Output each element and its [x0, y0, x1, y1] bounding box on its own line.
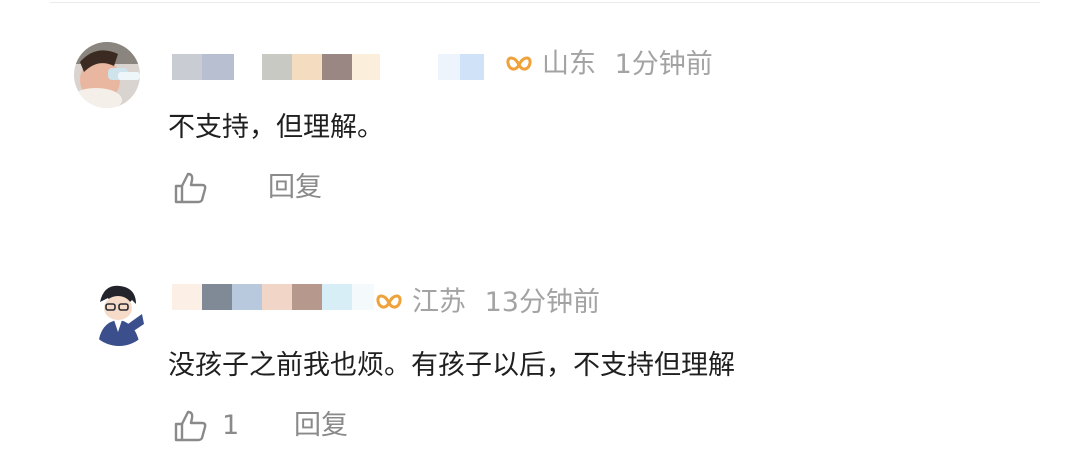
- butterfly-badge-icon: [376, 294, 402, 309]
- comment-actions: 1 回复: [172, 404, 472, 448]
- comment-meta: 江苏 13分钟前: [376, 282, 600, 322]
- comment-location: 山东: [542, 48, 596, 80]
- top-divider: [50, 2, 1040, 3]
- username-redacted[interactable]: [172, 276, 382, 316]
- reply-button[interactable]: 回复: [294, 404, 348, 448]
- reply-button[interactable]: 回复: [268, 166, 322, 210]
- comment-meta: 山东 1分钟前: [506, 44, 713, 84]
- comment-time: 1分钟前: [614, 48, 713, 80]
- butterfly-badge-icon: [506, 56, 532, 71]
- comment-actions: 回复: [172, 166, 472, 210]
- comment-time: 13分钟前: [484, 286, 600, 318]
- cartoon-boy-avatar-icon: [86, 280, 152, 346]
- username-redacted[interactable]: [172, 46, 502, 86]
- comment-text: 没孩子之前我也烦。有孩子以后，不支持但理解: [168, 350, 735, 381]
- commenter-avatar[interactable]: [74, 42, 140, 108]
- comment-location: 江苏: [412, 286, 466, 318]
- like-count: 1: [222, 410, 240, 441]
- thumbs-up-icon[interactable]: [172, 170, 208, 206]
- thumbs-up-icon[interactable]: [172, 408, 208, 444]
- commenter-avatar[interactable]: [86, 280, 152, 346]
- comment-text: 不支持，但理解。: [168, 112, 384, 143]
- child-drinking-avatar-icon: [74, 42, 140, 108]
